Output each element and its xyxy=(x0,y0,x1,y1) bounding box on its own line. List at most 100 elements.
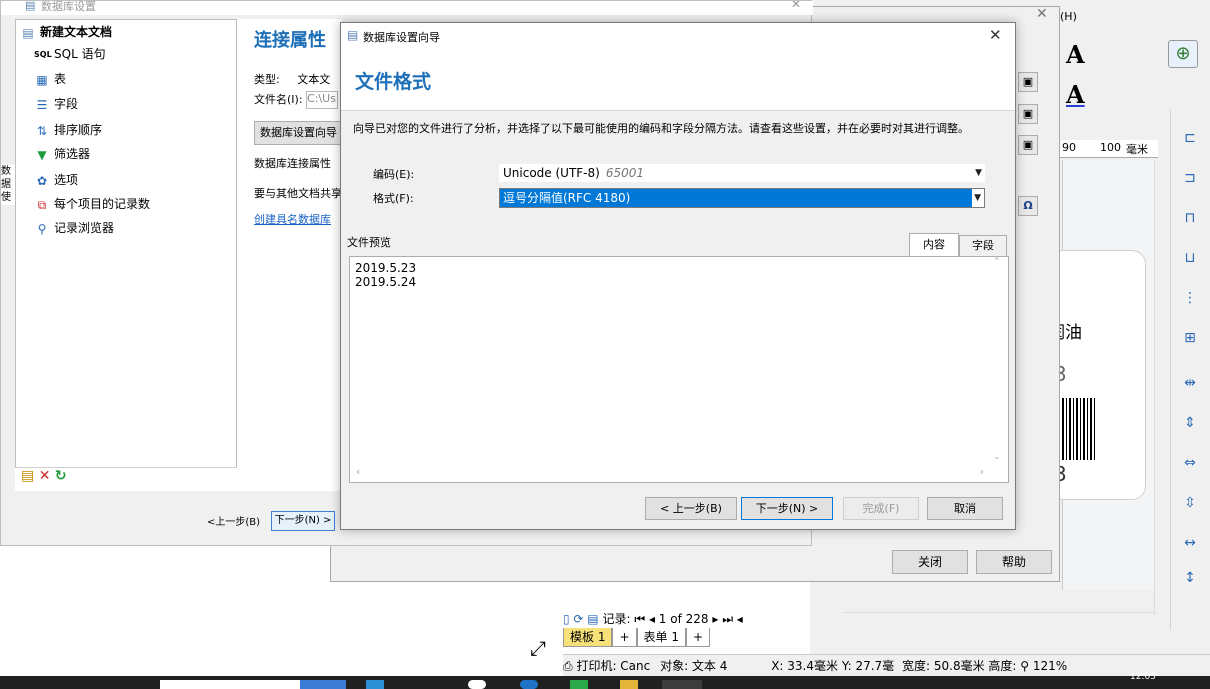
next-record-button[interactable]: ▸ ⏭ ◂ xyxy=(712,612,742,626)
tab-fields[interactable]: 字段 xyxy=(959,235,1007,257)
printer-status[interactable]: 打印机: Canc xyxy=(576,659,650,673)
y-position: Y: 27.7毫 xyxy=(841,659,895,673)
alignment-toolbar: ⊏ ⊐ ⊓ ⊔ ⋮ ⊞ ⇹ ⇕ ⇔ ⇳ ↔ ↕ xyxy=(1170,110,1210,630)
tree-item-sql[interactable]: SQL SQL 语句 xyxy=(34,44,106,64)
canvas-horizontal-scrollbar[interactable] xyxy=(842,612,1154,628)
tree-root[interactable]: ▤ 新建文本文档 xyxy=(20,22,112,42)
chevron-down-icon[interactable]: ▼ xyxy=(974,189,981,207)
taskbar-app-icon[interactable] xyxy=(300,680,346,689)
canvas-vertical-scrollbar[interactable] xyxy=(1154,160,1168,615)
tree-item-fields[interactable]: ☰ 字段 xyxy=(34,94,78,114)
browse-icon[interactable]: ▣ xyxy=(1018,104,1038,124)
align-right-icon[interactable]: ⊐ xyxy=(1177,170,1203,192)
back-button[interactable]: <上一步(B) xyxy=(207,513,260,528)
center-icon[interactable]: ⊞ xyxy=(1177,330,1203,352)
filter-icon: ▼ xyxy=(37,147,47,162)
format-label: 格式(F): xyxy=(373,192,414,205)
tab-template[interactable]: 模板 1 xyxy=(563,628,613,647)
spread-horizontal-icon[interactable]: ⇔ xyxy=(1177,455,1203,477)
taskbar-app-icon[interactable] xyxy=(468,680,486,689)
center-vertical-icon[interactable]: ⇕ xyxy=(1177,415,1203,437)
create-named-database-link[interactable]: 创建具名数据库 xyxy=(254,211,344,227)
ruler-label: 100 xyxy=(1100,141,1121,154)
sql-icon: SQL xyxy=(34,49,52,59)
tree-toolbar: ▤ ✕ ↻ xyxy=(15,467,237,491)
width-status: 宽度: 50.8毫米 xyxy=(902,659,985,673)
browse-icon[interactable]: ▣ xyxy=(1018,135,1038,155)
align-top-icon[interactable]: ⊓ xyxy=(1177,210,1203,232)
zoom-in-icon[interactable]: ⊕ xyxy=(1168,40,1198,68)
tree-item-sort[interactable]: ⇅ 排序顺序 xyxy=(34,120,102,140)
scroll-down-icon[interactable]: ⌄ xyxy=(993,452,1001,462)
scroll-up-icon[interactable]: ⌃ xyxy=(993,257,1001,267)
font-color-icon[interactable]: A xyxy=(1066,80,1085,109)
encoding-select[interactable]: Unicode (UTF-8) 65001 ▼ xyxy=(499,164,985,182)
first-record-button[interactable]: ⏮ ◂ xyxy=(634,612,655,626)
taskbar-app-icon[interactable] xyxy=(620,680,638,689)
tree-item-record-browser[interactable]: ⚲ 记录浏览器 xyxy=(34,218,114,238)
zoom-level[interactable]: 121% xyxy=(1033,659,1067,673)
close-icon[interactable]: ✕ xyxy=(791,1,801,11)
preview-vertical-scrollbar[interactable]: ⌃ ⌄ xyxy=(988,257,1008,464)
close-icon[interactable]: ✕ xyxy=(1036,6,1048,22)
next-button[interactable]: 下一步(N) > xyxy=(271,511,335,531)
close-icon[interactable]: ✕ xyxy=(989,26,1002,44)
finish-button[interactable]: 完成(F) xyxy=(843,497,919,520)
records-label: 记录: xyxy=(602,612,631,626)
scroll-right-icon[interactable]: › xyxy=(980,465,984,478)
help-menu[interactable]: (H) xyxy=(1060,10,1077,23)
record-icons[interactable]: ▯ ⟳ ▤ xyxy=(563,612,599,626)
center-horizontal-icon[interactable]: ⇹ xyxy=(1177,375,1203,397)
same-height-icon[interactable]: ↕ xyxy=(1177,570,1203,592)
back-button[interactable]: < 上一步(B) xyxy=(645,497,737,520)
add-database-icon[interactable]: ▤ xyxy=(21,468,34,484)
add-form-icon[interactable]: + xyxy=(685,628,711,647)
format-select[interactable]: 逗号分隔值(RFC 4180) ▼ xyxy=(499,188,985,208)
next-button[interactable]: 下一步(N) > xyxy=(741,497,833,520)
taskbar-app-icon[interactable] xyxy=(366,680,384,689)
database-wizard-button[interactable]: 数据库设置向导 xyxy=(254,121,344,145)
tab-content[interactable]: 内容 xyxy=(909,233,959,257)
tab-form[interactable]: 表单 1 xyxy=(636,628,686,647)
browse-icon[interactable]: ▣ xyxy=(1018,72,1038,92)
file-preview-box: 2019.5.23 2019.5.24 ⌃ ⌄ ‹ › xyxy=(349,256,1009,483)
zoom-icon[interactable]: ⚲ xyxy=(1020,659,1029,673)
taskbar-app-icon[interactable] xyxy=(520,680,538,689)
tree-root-label: 新建文本文档 xyxy=(40,25,113,39)
tree-item-options[interactable]: ✿ 选项 xyxy=(34,170,78,190)
close-button[interactable]: 关闭 xyxy=(892,550,968,574)
chevron-down-icon[interactable]: ▼ xyxy=(975,164,982,182)
wizard-header: 文件格式 xyxy=(341,49,1015,111)
distribute-icon[interactable]: ⋮ xyxy=(1177,290,1203,312)
tree-item-label: 字段 xyxy=(54,97,79,111)
preview-horizontal-scrollbar[interactable]: ‹ › xyxy=(350,464,1008,482)
encoding-value: Unicode (UTF-8) xyxy=(503,166,600,180)
align-bottom-icon[interactable]: ⊔ xyxy=(1177,250,1203,272)
database-icon: ▤ xyxy=(25,1,36,12)
taskbar: 12:05 xyxy=(0,672,1210,689)
tree-item-filter[interactable]: ▼ 筛选器 xyxy=(34,144,90,164)
taskbar-app-icon[interactable] xyxy=(662,680,702,689)
same-width-icon[interactable]: ↔ xyxy=(1177,535,1203,557)
spread-vertical-icon[interactable]: ⇳ xyxy=(1177,495,1203,517)
help-button[interactable]: 帮助 xyxy=(976,550,1052,574)
delete-icon[interactable]: ✕ xyxy=(39,468,51,484)
type-value: 文本文 xyxy=(297,73,331,86)
tree-item-table[interactable]: ▦ 表 xyxy=(34,69,66,89)
filename-field[interactable]: C:\Us xyxy=(306,91,339,109)
file-preview-label: 文件预览 xyxy=(347,236,391,249)
add-template-icon[interactable]: + xyxy=(612,628,637,647)
field-icon: ☰ xyxy=(36,97,48,112)
clock[interactable]: 12:05 xyxy=(1130,672,1156,682)
refresh-icon[interactable]: ↻ xyxy=(55,468,67,484)
search-box[interactable] xyxy=(160,680,300,689)
preview-line: 2019.5.24 xyxy=(355,275,417,289)
barcode-object[interactable] xyxy=(1062,398,1096,460)
font-size-icon[interactable]: A xyxy=(1066,40,1085,69)
cancel-button[interactable]: 取消 xyxy=(927,497,1003,520)
omega-icon[interactable]: Ω xyxy=(1018,196,1038,216)
taskbar-app-icon[interactable] xyxy=(570,680,588,689)
tree-item-records-per-item[interactable]: ⧉ 每个项目的记录数 xyxy=(34,194,150,214)
scroll-left-icon[interactable]: ‹ xyxy=(356,465,360,478)
align-left-icon[interactable]: ⊏ xyxy=(1177,130,1203,152)
